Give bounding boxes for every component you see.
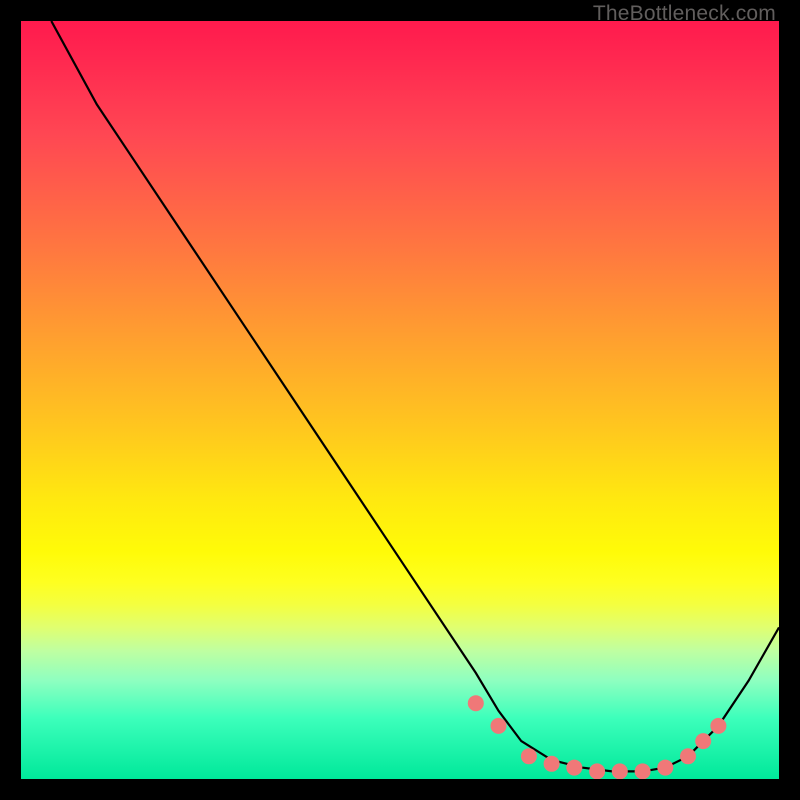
- marker-dot: [521, 748, 537, 764]
- marker-dot: [680, 748, 696, 764]
- marker-dot: [695, 733, 711, 749]
- marker-dot: [635, 763, 651, 779]
- marker-dot: [491, 718, 507, 734]
- marker-dot: [468, 695, 484, 711]
- optimal-range-markers: [468, 695, 727, 779]
- marker-dot: [544, 756, 560, 772]
- bottleneck-curve: [51, 21, 779, 771]
- chart-overlay: [21, 21, 779, 779]
- marker-dot: [612, 763, 628, 779]
- marker-dot: [589, 763, 605, 779]
- marker-dot: [710, 718, 726, 734]
- marker-dot: [657, 760, 673, 776]
- marker-dot: [566, 760, 582, 776]
